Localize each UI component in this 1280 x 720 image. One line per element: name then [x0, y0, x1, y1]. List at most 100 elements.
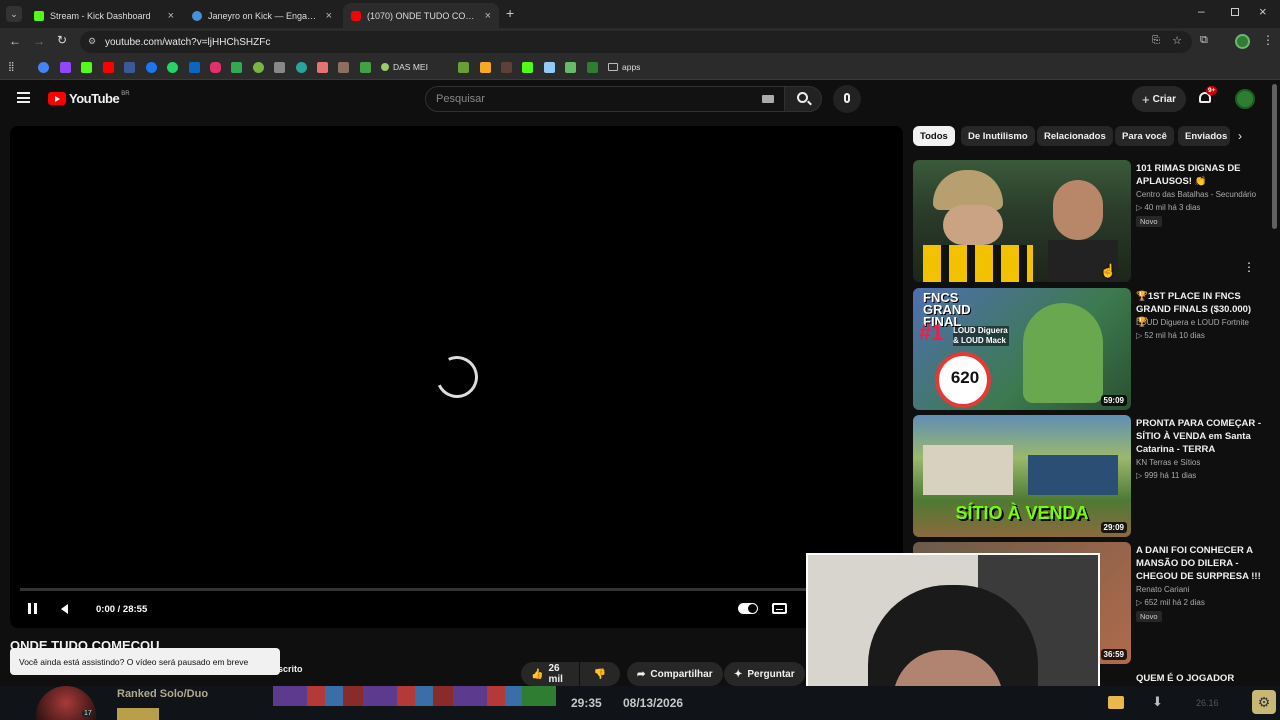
notifications-button[interactable]: 9+ [1198, 86, 1218, 106]
bookmark-camera-icon[interactable] [274, 62, 285, 73]
bookmark-tree-icon[interactable] [458, 62, 469, 73]
whatsapp-bookmark-icon[interactable] [167, 62, 178, 73]
progress-bar[interactable] [20, 588, 893, 591]
twitch-bookmark-icon[interactable] [60, 62, 71, 73]
keyboard-icon[interactable] [762, 95, 774, 103]
recommendation-card[interactable]: FNCS GRAND FINAL #1 LOUD Diguera & LOUD … [913, 288, 1263, 410]
maximize-button[interactable] [1231, 8, 1239, 16]
video-thumbnail[interactable]: SÍTIO À VENDA 29:09 [913, 415, 1131, 537]
autoplay-toggle[interactable] [738, 603, 758, 614]
bookmark-paint-icon[interactable] [317, 62, 328, 73]
close-tab-icon[interactable]: × [168, 10, 174, 22]
apps-grid-icon[interactable]: ⣿ [8, 61, 19, 72]
close-tab-icon[interactable]: × [326, 10, 332, 22]
video-thumbnail[interactable] [913, 160, 1131, 282]
pause-button[interactable] [27, 603, 39, 615]
extensions-icon[interactable]: ⧉ [1200, 34, 1208, 47]
profile-avatar[interactable] [1235, 34, 1250, 49]
video-title-link[interactable]: A DANI FOI CONHECER A MANSÃO DO DILERA -… [1136, 544, 1262, 583]
reload-button-icon[interactable]: ↻ [57, 33, 67, 47]
bookmark-box-icon[interactable] [501, 62, 512, 73]
video-duration: 59:09 [1100, 395, 1127, 406]
bookmark-star-icon[interactable]: ☆ [1172, 34, 1182, 47]
minimize-button[interactable]: – [1198, 4, 1205, 18]
tray-download-icon[interactable]: ⬇ [1152, 694, 1163, 710]
tab-kick-engagement[interactable]: Janeyro on Kick — Engagement × [184, 3, 340, 28]
video-meta: ▷ 652 mil há 2 dias [1136, 598, 1205, 607]
video-title-link[interactable]: QUEM É O JOGADOR PROFISSIONAL? Feat... [1136, 672, 1262, 686]
channel-name[interactable]: LOUD Diguera e LOUD Fortnite [1136, 318, 1249, 327]
video-title-link[interactable]: 101 RIMAS DIGNAS DE APLAUSOS! 👏 [1136, 162, 1262, 188]
channel-name[interactable]: Renato Cariani [1136, 585, 1189, 594]
install-app-icon[interactable]: ⎘ [1152, 35, 1160, 46]
video-meta: ▷ 40 mil há 3 dias [1136, 203, 1201, 212]
linkedin-bookmark-icon[interactable] [189, 62, 200, 73]
video-player[interactable]: 0:00 / 28:55 [10, 126, 903, 628]
new-tab-button[interactable]: + [506, 5, 514, 21]
toast-text: Você ainda está assistindo? O vídeo será… [19, 656, 249, 667]
bookmark-chart-icon[interactable] [565, 62, 576, 73]
google-bookmark-icon[interactable] [38, 62, 49, 73]
channel-name[interactable]: KN Terras e Sítios [1136, 458, 1200, 467]
chip-para-voce[interactable]: Para você [1115, 126, 1174, 146]
bookmark-folder-apps[interactable]: apps [608, 62, 640, 72]
address-bar[interactable]: ⚙ youtube.com/watch?v=ljHHChSHZFc ⎘ ☆ [80, 31, 1192, 53]
volume-icon [61, 604, 68, 614]
create-button[interactable]: + Criar [1132, 86, 1186, 112]
bookmark-d-icon[interactable] [124, 62, 135, 73]
bookmark-green-icon[interactable] [587, 62, 598, 73]
voice-search-button[interactable] [833, 85, 861, 113]
tab-search-button[interactable]: ⌄ [6, 6, 22, 22]
ask-button[interactable]: ✦ Perguntar [724, 662, 805, 686]
new-badge: Novo [1136, 611, 1162, 622]
like-button[interactable]: 👍 26 mil [521, 662, 579, 686]
volume-button[interactable] [59, 602, 73, 616]
video-title-link[interactable]: PRONTA PARA COMEÇAR - SÍTIO À VENDA em S… [1136, 417, 1262, 457]
loading-spinner-icon [430, 350, 484, 404]
bookmark-star-shape-icon[interactable] [253, 62, 264, 73]
recommendation-card[interactable]: SÍTIO À VENDA 29:09 PRONTA PARA COMEÇAR … [913, 415, 1263, 537]
bookmark-arrow-icon[interactable] [480, 62, 491, 73]
channel-name[interactable]: Centro das Batalhas - Secundário [1136, 190, 1256, 199]
youtube-bookmark-icon[interactable] [103, 62, 114, 73]
chips-next-chevron-icon[interactable]: › [1238, 129, 1242, 143]
browser-menu-icon[interactable]: ⋮ [1262, 33, 1274, 47]
sidebar-scrollbar[interactable] [1272, 84, 1277, 229]
forward-button-icon[interactable]: → [33, 34, 45, 48]
close-window-button[interactable]: × [1259, 4, 1267, 19]
bookmark-mr-icon[interactable] [360, 62, 371, 73]
chip-de-inutilismo[interactable]: De Inutilismo [961, 126, 1035, 146]
chip-relacionados[interactable]: Relacionados [1037, 126, 1113, 146]
bookmark-circle-icon[interactable] [296, 62, 307, 73]
share-button[interactable]: ➦ Compartilhar [627, 662, 723, 686]
facebook-bookmark-icon[interactable] [146, 62, 157, 73]
settings-gear-icon[interactable]: ⚙ [1252, 690, 1276, 714]
kick-bookmark-icon[interactable] [81, 62, 92, 73]
video-thumbnail[interactable]: FNCS GRAND FINAL #1 LOUD Diguera & LOUD … [913, 288, 1131, 410]
instagram-bookmark-icon[interactable] [210, 62, 221, 73]
tab-youtube-video[interactable]: (1070) ONDE TUDO COMEÇOU × [343, 3, 499, 28]
bookmark-n-icon[interactable] [338, 62, 349, 73]
back-button-icon[interactable]: ← [9, 34, 21, 48]
close-tab-icon[interactable]: × [485, 10, 491, 22]
dislike-button[interactable]: 👎 [580, 662, 620, 686]
sheets-bookmark-icon[interactable] [231, 62, 242, 73]
bookmark-das-mei[interactable]: DAS MEI [381, 62, 428, 72]
youtube-logo[interactable]: YouTube BR [48, 91, 130, 106]
site-info-icon[interactable]: ⚙ [88, 36, 96, 47]
chip-todos[interactable]: Todos [913, 126, 955, 146]
thumbs-up-icon: 👍 [531, 668, 544, 680]
hamburger-menu-icon[interactable] [17, 92, 30, 103]
more-actions-icon[interactable]: ⋮ [1243, 260, 1255, 274]
bookmark-brush-icon[interactable] [544, 62, 555, 73]
bookmark-kick2-icon[interactable] [522, 62, 533, 73]
search-input[interactable]: Pesquisar [425, 86, 785, 112]
recommendation-card[interactable]: 101 RIMAS DIGNAS DE APLAUSOS! 👏 Centro d… [913, 160, 1263, 282]
subtitles-button[interactable] [772, 603, 787, 614]
search-button[interactable] [784, 86, 822, 112]
chip-enviados[interactable]: Enviados [1178, 126, 1230, 146]
tray-folder-icon[interactable] [1108, 696, 1124, 709]
account-avatar[interactable] [1235, 89, 1255, 109]
subscribed-button[interactable]: Inscrito [270, 664, 303, 674]
tab-kick-dashboard[interactable]: Stream - Kick Dashboard × [26, 3, 182, 28]
